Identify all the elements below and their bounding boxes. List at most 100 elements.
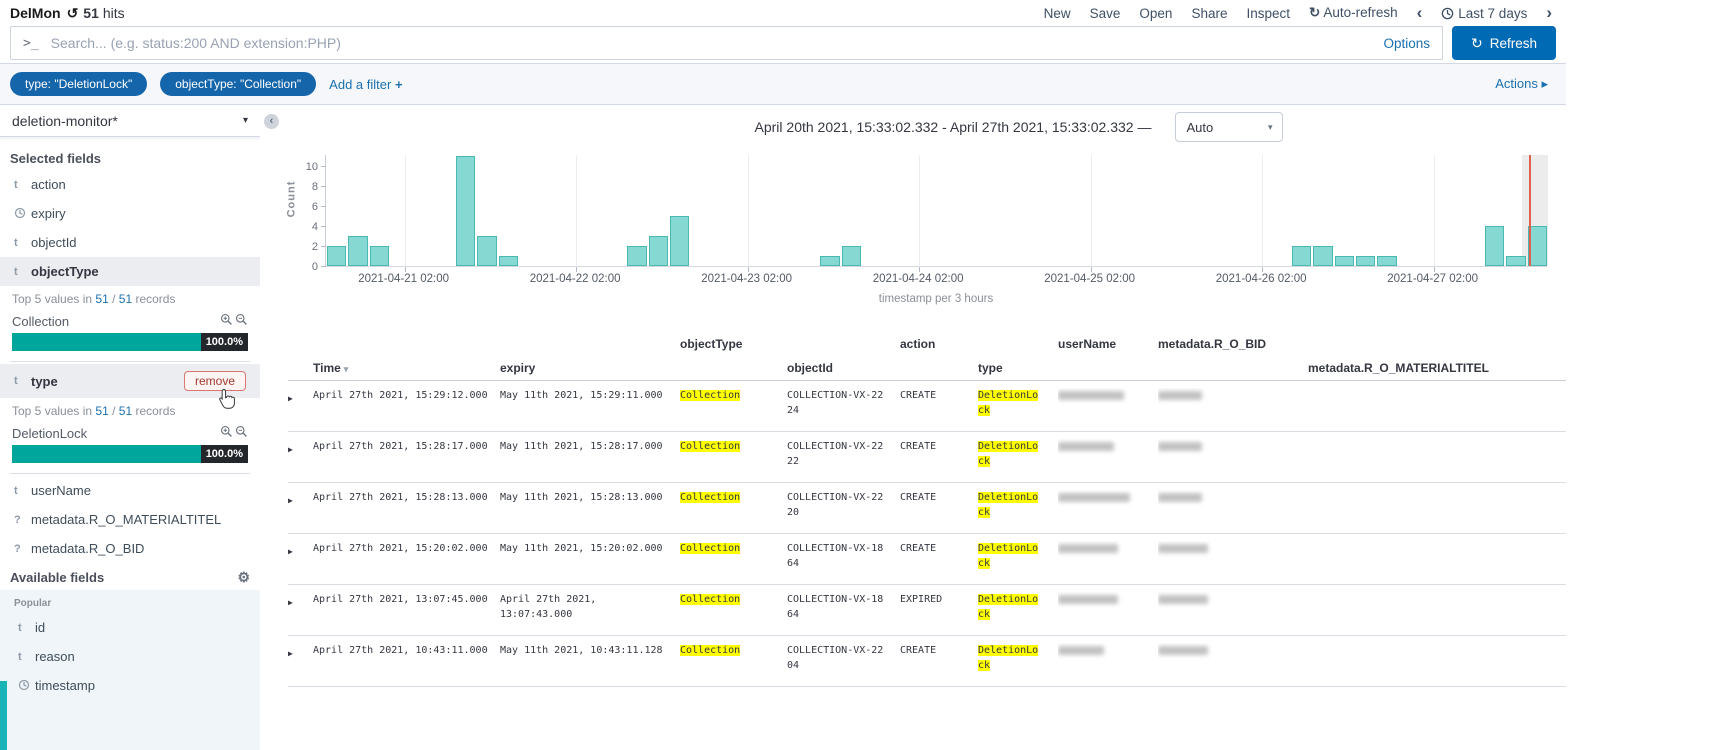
chevron-down-icon: ▾	[243, 115, 248, 126]
histogram-bar[interactable]	[477, 236, 496, 266]
cell-bid	[1158, 439, 1308, 482]
histogram-bar[interactable]	[842, 246, 861, 266]
histogram-bar[interactable]	[1356, 256, 1375, 266]
sidebar-field-metadata.R_O_MATERIALTITEL[interactable]: ?metadata.R_O_MATERIALTITEL	[10, 505, 250, 534]
add-filter-link[interactable]: Add a filter +	[329, 77, 402, 92]
interval-select[interactable]: Auto ▾	[1175, 112, 1283, 142]
record-count-link[interactable]: 51	[119, 292, 132, 306]
cell-userName	[1058, 388, 1158, 431]
histogram-bar[interactable]	[370, 246, 389, 266]
expand-row-icon[interactable]: ▶	[288, 541, 293, 559]
nav-item-open[interactable]: Open	[1139, 6, 1172, 21]
x-tick-label: 2021-04-22 02:00	[520, 273, 630, 285]
record-count-link[interactable]: 51	[119, 404, 132, 418]
cell-userName	[1058, 439, 1158, 482]
time-forward-chevron[interactable]: ›	[1546, 6, 1552, 20]
sidebar-field-expiry[interactable]: expiry	[10, 199, 250, 228]
histogram-bar[interactable]	[820, 256, 839, 266]
histogram-bar[interactable]	[1485, 226, 1504, 266]
gear-icon[interactable]: ⚙	[237, 569, 250, 586]
histogram-bar[interactable]	[499, 256, 518, 266]
nav-item-auto-refresh[interactable]: ↻Auto-refresh	[1309, 5, 1398, 21]
expand-row-icon[interactable]: ▶	[288, 490, 293, 508]
search-input[interactable]: >_ Search... (e.g. status:200 AND extens…	[10, 26, 1443, 60]
filter-pill-objecttype[interactable]: objectType: "Collection"	[160, 72, 316, 96]
options-link[interactable]: Options	[1383, 36, 1430, 51]
available-fields-heading: Available fields⚙	[10, 569, 250, 586]
filter-actions-link[interactable]: Actions ▸	[1495, 76, 1554, 92]
column-header-userName[interactable]: userName	[1058, 335, 1158, 380]
popular-fields-list: tidtreasontimestamp	[14, 613, 246, 700]
redacted-bid	[1158, 544, 1208, 553]
time-back-chevron[interactable]: ‹	[1417, 6, 1423, 20]
sidebar-scrollbar[interactable]	[0, 681, 7, 750]
history-icon[interactable]: ↺	[67, 5, 79, 22]
expand-row-icon[interactable]: ▶	[288, 643, 293, 661]
histogram-bar[interactable]	[348, 236, 367, 266]
sidebar-field-action[interactable]: taction	[10, 170, 250, 199]
nav-item-inspect[interactable]: Inspect	[1246, 6, 1290, 21]
histogram-bar[interactable]	[1506, 256, 1525, 266]
record-count-link[interactable]: 51	[95, 292, 108, 306]
column-header-type[interactable]: type	[978, 335, 1058, 380]
nav-item-save[interactable]: Save	[1090, 6, 1121, 21]
histogram-bar[interactable]	[670, 216, 689, 266]
sidebar-field-timestamp[interactable]: timestamp	[14, 671, 246, 700]
field-top-value: Collection	[12, 313, 248, 329]
cell-expand: ▶	[288, 490, 313, 533]
sidebar-field-type[interactable]: ttyperemove	[0, 364, 260, 398]
histogram-bar[interactable]	[627, 246, 646, 266]
histogram-bar[interactable]	[649, 236, 668, 266]
column-header-bid[interactable]: metadata.R_O_BID	[1158, 335, 1308, 380]
table-row: ▶April 27th 2021, 10:43:11.000May 11th 2…	[288, 636, 1566, 687]
zoom-out-icon[interactable]	[235, 425, 248, 441]
cell-time: April 27th 2021, 15:20:02.000	[313, 541, 500, 584]
cell-time: April 27th 2021, 15:28:13.000	[313, 490, 500, 533]
clock-icon	[1441, 7, 1454, 20]
expand-row-icon[interactable]: ▶	[288, 592, 293, 610]
column-header-objectId[interactable]: objectId	[787, 335, 900, 380]
collapse-sidebar-button[interactable]: ‹	[264, 114, 279, 129]
main-panel: ‹ April 20th 2021, 15:33:02.332 - April …	[260, 105, 1566, 750]
column-header-time[interactable]: Time▾	[313, 335, 500, 380]
sidebar-field-objectType[interactable]: tobjectType	[0, 257, 260, 286]
index-pattern-select[interactable]: deletion-monitor* ▾	[0, 105, 260, 137]
expand-row-icon[interactable]: ▶	[288, 388, 293, 406]
sidebar-field-metadata.R_O_BID[interactable]: ?metadata.R_O_BID	[10, 534, 250, 563]
nav-item-new[interactable]: New	[1044, 6, 1071, 21]
nav-item-share[interactable]: Share	[1191, 6, 1227, 21]
time-range-picker[interactable]: Last 7 days	[1441, 6, 1527, 21]
column-header-objectType[interactable]: objectType	[680, 335, 787, 380]
cell-bid	[1158, 592, 1308, 635]
record-count-link[interactable]: 51	[95, 404, 108, 418]
column-header-expand[interactable]	[288, 335, 313, 380]
refresh-button[interactable]: ↻ Refresh	[1452, 26, 1556, 60]
content-row: deletion-monitor* ▾ Selected fields tact…	[0, 105, 1566, 750]
x-tick-label: 2021-04-25 02:00	[1035, 273, 1145, 285]
zoom-in-icon[interactable]	[220, 425, 233, 441]
histogram-bar[interactable]	[1292, 246, 1311, 266]
zoom-in-icon[interactable]	[220, 313, 233, 329]
column-header-action[interactable]: action	[900, 335, 978, 380]
remove-field-button[interactable]: remove	[184, 371, 246, 391]
sidebar-field-id[interactable]: tid	[14, 613, 246, 642]
cell-type: DeletionLock	[978, 490, 1058, 533]
sidebar-field-objectId[interactable]: tobjectId	[10, 228, 250, 257]
column-header-mat[interactable]: metadata.R_O_MATERIALTITEL	[1308, 335, 1508, 380]
unknown-type-icon: ?	[14, 514, 31, 526]
histogram-bar[interactable]	[456, 156, 475, 266]
sort-desc-icon[interactable]: ▾	[344, 364, 349, 375]
histogram-bar[interactable]	[1377, 256, 1396, 266]
sidebar-field-reason[interactable]: treason	[14, 642, 246, 671]
histogram-bar[interactable]	[1313, 246, 1332, 266]
nav-menu-items: New Save Open Share Inspect	[1044, 6, 1290, 21]
expand-row-icon[interactable]: ▶	[288, 439, 293, 457]
filter-pill-type[interactable]: type: "DeletionLock"	[10, 72, 147, 96]
field-stats-objectType: Top 5 values in 51 / 51 recordsCollectio…	[10, 286, 250, 362]
redacted-username	[1058, 493, 1130, 502]
zoom-out-icon[interactable]	[235, 313, 248, 329]
column-header-expiry[interactable]: expiry	[500, 335, 680, 380]
histogram-bar[interactable]	[1335, 256, 1354, 266]
histogram-bar[interactable]	[327, 246, 346, 266]
sidebar-field-userName[interactable]: tuserName	[10, 476, 250, 505]
